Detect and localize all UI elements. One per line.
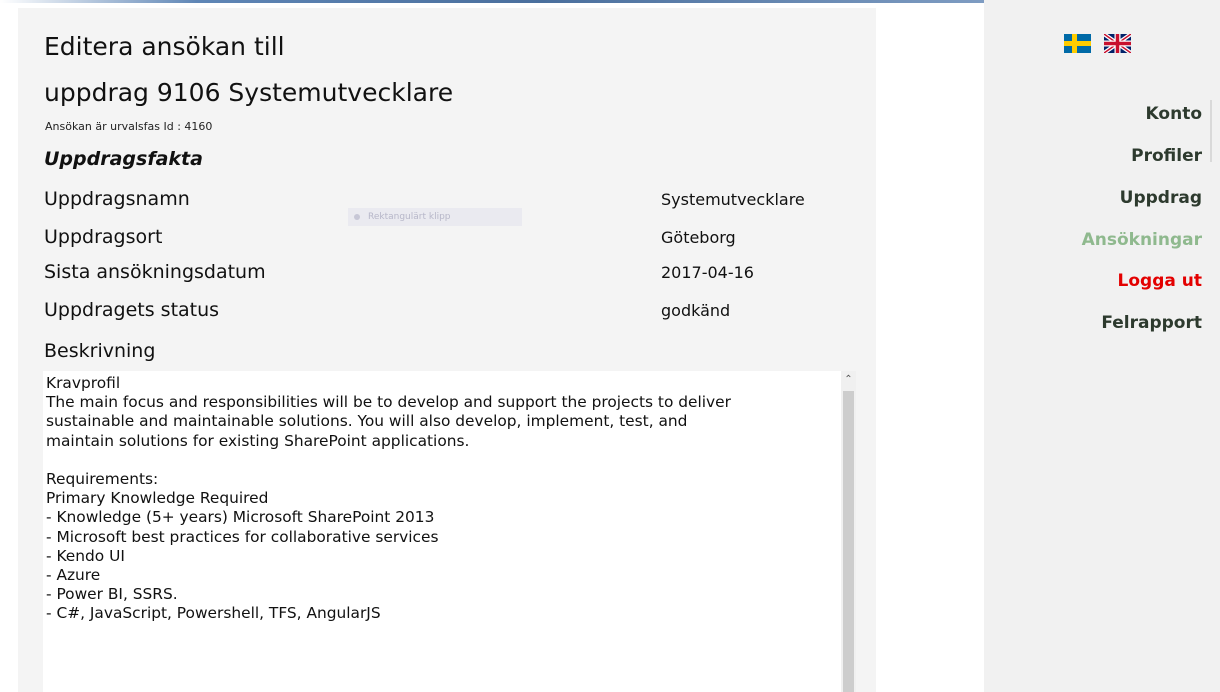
section-heading-uppdragsfakta: Uppdragsfakta bbox=[44, 148, 203, 170]
scroll-up-arrow-icon[interactable]: ⌃ bbox=[841, 373, 856, 387]
sidebar: Konto Profiler Uppdrag Ansökningar Logga… bbox=[984, 0, 1220, 692]
description-textarea[interactable]: Kravprofil The main focus and responsibi… bbox=[43, 371, 856, 692]
nav-profiler[interactable]: Profiler bbox=[1131, 146, 1202, 166]
snipping-tool-overlay: Rektangulärt klipp bbox=[348, 208, 522, 226]
scrollbar-thumb[interactable] bbox=[843, 391, 854, 692]
description-scrollbar[interactable]: ⌃ bbox=[841, 371, 856, 692]
record-icon bbox=[354, 213, 360, 220]
swedish-flag-icon[interactable] bbox=[1064, 34, 1091, 53]
nav-felrapport[interactable]: Felrapport bbox=[1101, 313, 1202, 333]
page-title-line-1: Editera ansökan till bbox=[44, 32, 285, 61]
top-accent-line bbox=[0, 0, 985, 3]
fact-row-uppdragsort: Uppdragsort Göteborg bbox=[44, 226, 864, 254]
fact-value: 2017-04-16 bbox=[661, 263, 754, 282]
fact-label: Uppdragets status bbox=[44, 299, 220, 321]
nav-logga-ut[interactable]: Logga ut bbox=[1118, 271, 1202, 291]
fact-row-sista-ansokningsdatum: Sista ansökningsdatum 2017-04-16 bbox=[44, 261, 864, 289]
fact-value: Göteborg bbox=[661, 228, 736, 247]
fact-label: Uppdragsort bbox=[44, 226, 163, 248]
fact-row-uppdragets-status: Uppdragets status godkänd bbox=[44, 299, 864, 327]
fact-label: Uppdragsnamn bbox=[44, 188, 190, 210]
fact-label: Sista ansökningsdatum bbox=[44, 261, 266, 283]
nav-ansokningar[interactable]: Ansökningar bbox=[1082, 230, 1202, 250]
snipping-overlay-label: Rektangulärt klipp bbox=[368, 212, 451, 222]
sidebar-edge-divider bbox=[1210, 100, 1212, 162]
uk-flag-icon[interactable] bbox=[1104, 34, 1131, 53]
nav-uppdrag[interactable]: Uppdrag bbox=[1120, 188, 1202, 208]
page-title-line-2: uppdrag 9106 Systemutvecklare bbox=[44, 78, 454, 107]
application-edit-panel: Editera ansökan till uppdrag 9106 System… bbox=[18, 8, 876, 692]
description-text[interactable]: Kravprofil The main focus and responsibi… bbox=[46, 374, 836, 624]
description-label: Beskrivning bbox=[44, 340, 156, 362]
fact-value: godkänd bbox=[661, 301, 731, 320]
nav-konto[interactable]: Konto bbox=[1146, 104, 1202, 124]
application-status-id: Ansökan är urvalsfas Id : 4160 bbox=[45, 120, 213, 133]
fact-value: Systemutvecklare bbox=[661, 190, 805, 209]
